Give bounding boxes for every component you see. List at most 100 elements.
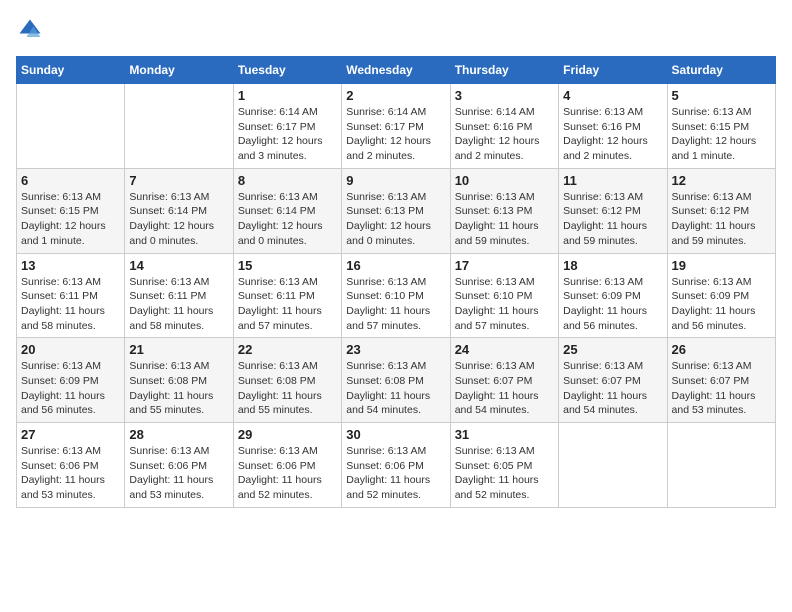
calendar-cell [17,84,125,169]
calendar-cell: 21 Sunrise: 6:13 AM Sunset: 6:08 PM Dayli… [125,338,233,423]
day-number: 12 [672,173,771,188]
calendar-cell: 5 Sunrise: 6:13 AM Sunset: 6:15 PM Daylig… [667,84,775,169]
calendar-cell: 28 Sunrise: 6:13 AM Sunset: 6:06 PM Dayli… [125,423,233,508]
day-number: 28 [129,427,228,442]
calendar-cell: 25 Sunrise: 6:13 AM Sunset: 6:07 PM Dayli… [559,338,667,423]
day-number: 11 [563,173,662,188]
day-number: 31 [455,427,554,442]
day-detail: Sunrise: 6:13 AM Sunset: 6:10 PM Dayligh… [346,275,445,334]
day-detail: Sunrise: 6:13 AM Sunset: 6:07 PM Dayligh… [455,359,554,418]
calendar-cell: 2 Sunrise: 6:14 AM Sunset: 6:17 PM Daylig… [342,84,450,169]
day-number: 6 [21,173,120,188]
calendar-cell: 24 Sunrise: 6:13 AM Sunset: 6:07 PM Dayli… [450,338,558,423]
week-row-3: 20 Sunrise: 6:13 AM Sunset: 6:09 PM Dayli… [17,338,776,423]
day-number: 29 [238,427,337,442]
day-number: 21 [129,342,228,357]
calendar-cell: 3 Sunrise: 6:14 AM Sunset: 6:16 PM Daylig… [450,84,558,169]
calendar-cell: 30 Sunrise: 6:13 AM Sunset: 6:06 PM Dayli… [342,423,450,508]
day-detail: Sunrise: 6:13 AM Sunset: 6:08 PM Dayligh… [238,359,337,418]
day-detail: Sunrise: 6:13 AM Sunset: 6:11 PM Dayligh… [238,275,337,334]
day-number: 20 [21,342,120,357]
day-number: 5 [672,88,771,103]
day-number: 24 [455,342,554,357]
day-detail: Sunrise: 6:13 AM Sunset: 6:16 PM Dayligh… [563,105,662,164]
day-detail: Sunrise: 6:13 AM Sunset: 6:12 PM Dayligh… [672,190,771,249]
week-row-2: 13 Sunrise: 6:13 AM Sunset: 6:11 PM Dayli… [17,253,776,338]
day-number: 22 [238,342,337,357]
calendar-header: SundayMondayTuesdayWednesdayThursdayFrid… [17,57,776,84]
day-detail: Sunrise: 6:13 AM Sunset: 6:11 PM Dayligh… [129,275,228,334]
calendar-cell: 22 Sunrise: 6:13 AM Sunset: 6:08 PM Dayli… [233,338,341,423]
day-number: 1 [238,88,337,103]
calendar-cell: 15 Sunrise: 6:13 AM Sunset: 6:11 PM Dayli… [233,253,341,338]
calendar-cell: 29Sunrise: 6:13 AM Sunset: 6:06 PM Dayli… [233,423,341,508]
calendar-cell: 14 Sunrise: 6:13 AM Sunset: 6:11 PM Dayli… [125,253,233,338]
day-number: 2 [346,88,445,103]
header-day-friday: Friday [559,57,667,84]
day-detail: Sunrise: 6:13 AM Sunset: 6:06 PM Dayligh… [129,444,228,503]
calendar-cell: 1 Sunrise: 6:14 AM Sunset: 6:17 PM Daylig… [233,84,341,169]
day-detail: Sunrise: 6:13 AM Sunset: 6:14 PM Dayligh… [129,190,228,249]
day-detail: Sunrise: 6:13 AM Sunset: 6:09 PM Dayligh… [21,359,120,418]
day-detail: Sunrise: 6:13 AM Sunset: 6:15 PM Dayligh… [672,105,771,164]
day-detail: Sunrise: 6:13 AM Sunset: 6:14 PM Dayligh… [238,190,337,249]
calendar-cell: 23 Sunrise: 6:13 AM Sunset: 6:08 PM Dayli… [342,338,450,423]
day-detail: Sunrise: 6:13 AM Sunset: 6:13 PM Dayligh… [346,190,445,249]
calendar-table: SundayMondayTuesdayWednesdayThursdayFrid… [16,56,776,508]
day-number: 27 [21,427,120,442]
day-detail: Sunrise: 6:13 AM Sunset: 6:12 PM Dayligh… [563,190,662,249]
day-detail: Sunrise: 6:14 AM Sunset: 6:16 PM Dayligh… [455,105,554,164]
calendar-cell [125,84,233,169]
day-number: 30 [346,427,445,442]
page-header [16,16,776,44]
header-day-wednesday: Wednesday [342,57,450,84]
day-detail: Sunrise: 6:13 AM Sunset: 6:10 PM Dayligh… [455,275,554,334]
day-number: 16 [346,258,445,273]
day-number: 15 [238,258,337,273]
week-row-1: 6 Sunrise: 6:13 AM Sunset: 6:15 PM Daylig… [17,168,776,253]
day-number: 4 [563,88,662,103]
day-detail: Sunrise: 6:14 AM Sunset: 6:17 PM Dayligh… [238,105,337,164]
calendar-cell: 20 Sunrise: 6:13 AM Sunset: 6:09 PM Dayli… [17,338,125,423]
calendar-cell: 26Sunrise: 6:13 AM Sunset: 6:07 PM Dayli… [667,338,775,423]
calendar-cell: 8 Sunrise: 6:13 AM Sunset: 6:14 PM Daylig… [233,168,341,253]
day-detail: Sunrise: 6:13 AM Sunset: 6:15 PM Dayligh… [21,190,120,249]
day-detail: Sunrise: 6:13 AM Sunset: 6:08 PM Dayligh… [346,359,445,418]
day-detail: Sunrise: 6:13 AM Sunset: 6:08 PM Dayligh… [129,359,228,418]
day-number: 23 [346,342,445,357]
day-number: 18 [563,258,662,273]
day-number: 3 [455,88,554,103]
day-number: 10 [455,173,554,188]
day-number: 7 [129,173,228,188]
day-number: 14 [129,258,228,273]
calendar-cell: 7 Sunrise: 6:13 AM Sunset: 6:14 PM Daylig… [125,168,233,253]
header-row: SundayMondayTuesdayWednesdayThursdayFrid… [17,57,776,84]
day-detail: Sunrise: 6:13 AM Sunset: 6:11 PM Dayligh… [21,275,120,334]
week-row-0: 1 Sunrise: 6:14 AM Sunset: 6:17 PM Daylig… [17,84,776,169]
calendar-cell: 4 Sunrise: 6:13 AM Sunset: 6:16 PM Daylig… [559,84,667,169]
calendar-cell: 13 Sunrise: 6:13 AM Sunset: 6:11 PM Dayli… [17,253,125,338]
header-day-monday: Monday [125,57,233,84]
day-detail: Sunrise: 6:14 AM Sunset: 6:17 PM Dayligh… [346,105,445,164]
calendar-cell [667,423,775,508]
logo-icon [16,16,44,44]
day-number: 25 [563,342,662,357]
header-day-sunday: Sunday [17,57,125,84]
header-day-tuesday: Tuesday [233,57,341,84]
calendar-cell: 12 Sunrise: 6:13 AM Sunset: 6:12 PM Dayli… [667,168,775,253]
day-number: 9 [346,173,445,188]
calendar-cell: 6 Sunrise: 6:13 AM Sunset: 6:15 PM Daylig… [17,168,125,253]
day-number: 19 [672,258,771,273]
calendar-cell: 31Sunrise: 6:13 AM Sunset: 6:05 PM Dayli… [450,423,558,508]
day-detail: Sunrise: 6:13 AM Sunset: 6:09 PM Dayligh… [672,275,771,334]
day-detail: Sunrise: 6:13 AM Sunset: 6:07 PM Dayligh… [672,359,771,418]
day-number: 13 [21,258,120,273]
day-detail: Sunrise: 6:13 AM Sunset: 6:06 PM Dayligh… [346,444,445,503]
calendar-cell: 27Sunrise: 6:13 AM Sunset: 6:06 PM Dayli… [17,423,125,508]
day-number: 17 [455,258,554,273]
calendar-cell [559,423,667,508]
calendar-cell: 10Sunrise: 6:13 AM Sunset: 6:13 PM Dayli… [450,168,558,253]
day-number: 8 [238,173,337,188]
logo [16,16,48,44]
day-detail: Sunrise: 6:13 AM Sunset: 6:07 PM Dayligh… [563,359,662,418]
